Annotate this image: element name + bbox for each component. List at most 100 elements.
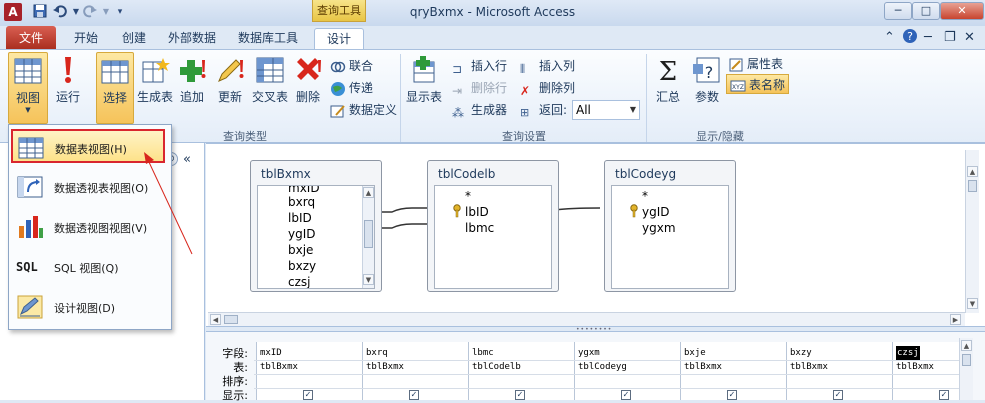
insert-columns-button[interactable]: ⫴ 插入列	[520, 56, 575, 76]
select-query-button[interactable]: 选择	[96, 52, 134, 124]
field-item[interactable]: czsj	[288, 274, 310, 288]
append-button[interactable]: 追加	[176, 52, 208, 124]
show-checkbox[interactable]: ✓	[727, 390, 737, 400]
scroll-thumb[interactable]	[968, 180, 977, 192]
grid-field-cell[interactable]: lbmc	[472, 346, 494, 360]
diagram-vertical-scrollbar[interactable]: ▲ ▼	[965, 150, 979, 313]
undo-icon[interactable]	[52, 4, 68, 20]
field-item[interactable]: *	[642, 188, 648, 204]
grid-column[interactable]: bxje tblBxmx ✓	[680, 342, 786, 400]
grid-column[interactable]: mxID tblBxmx ✓	[256, 342, 362, 400]
scroll-thumb[interactable]	[224, 315, 238, 324]
tab-external-data[interactable]: 外部数据	[162, 28, 222, 50]
field-item[interactable]: ygID	[288, 226, 316, 242]
grid-table-cell[interactable]: tblBxmx	[896, 360, 934, 374]
grid-field-cell[interactable]: mxID	[260, 346, 282, 360]
show-checkbox[interactable]: ✓	[515, 390, 525, 400]
scroll-left-icon[interactable]: ◀	[210, 314, 221, 325]
delete-rows-button[interactable]: ⇥ 删除行	[452, 78, 507, 98]
scroll-down-icon[interactable]: ▼	[363, 274, 374, 285]
grid-table-cell[interactable]: tblCodeyg	[578, 360, 627, 374]
show-checkbox[interactable]: ✓	[409, 390, 419, 400]
run-button[interactable]: 运行	[52, 52, 84, 124]
union-button[interactable]: 联合	[330, 56, 373, 76]
show-checkbox[interactable]: ✓	[621, 390, 631, 400]
delete-query-button[interactable]: 删除	[292, 52, 324, 124]
parameters-button[interactable]: ? 参数	[690, 52, 724, 124]
grid-column[interactable]: lbmc tblCodelb ✓	[468, 342, 574, 400]
grid-field-cell-selected[interactable]: czsj	[896, 346, 920, 360]
table-box-tblcodeyg[interactable]: tblCodeyg * ygID ygxm	[604, 160, 736, 292]
scroll-up-icon[interactable]: ▲	[363, 187, 374, 198]
tab-create[interactable]: 创建	[114, 28, 154, 50]
tab-design[interactable]: 设计	[314, 28, 364, 50]
doc-close-icon[interactable]: ✕	[964, 30, 975, 45]
show-checkbox[interactable]: ✓	[303, 390, 313, 400]
delete-columns-button[interactable]: ✗ 删除列	[520, 78, 575, 98]
scroll-up-icon[interactable]: ▲	[967, 166, 978, 177]
table-box-tblbxmx[interactable]: tblBxmx mxID bxrq lbID ygID bxje bxzy cz…	[250, 160, 382, 292]
field-item[interactable]: lbmc	[465, 220, 494, 236]
field-item[interactable]: bxzy	[288, 258, 316, 274]
update-button[interactable]: 更新	[212, 52, 248, 124]
passthrough-button[interactable]: 传递	[330, 78, 373, 98]
builder-button[interactable]: ⁂ 生成器	[452, 100, 507, 120]
tab-file[interactable]: 文件	[6, 26, 56, 50]
access-app-icon[interactable]: A	[4, 3, 22, 21]
show-checkbox[interactable]: ✓	[939, 390, 949, 400]
make-table-button[interactable]: 生成表	[136, 52, 174, 124]
table-box-tblcodelb[interactable]: tblCodelb * lbID lbmc	[427, 160, 559, 292]
field-item[interactable]: bxrq	[288, 194, 315, 210]
property-sheet-button[interactable]: 属性表	[728, 54, 783, 74]
doc-restore-icon[interactable]: ❐	[944, 30, 956, 45]
grid-column[interactable]: bxrq tblBxmx ✓	[362, 342, 468, 400]
doc-minimize-icon[interactable]: ─	[924, 30, 932, 45]
grid-field-cell[interactable]: bxzy	[790, 346, 812, 360]
menu-item-design-view[interactable]: 设计视图(D)	[12, 290, 166, 324]
field-item[interactable]: ygID	[642, 204, 670, 220]
help-icon[interactable]: ?	[902, 28, 918, 48]
scroll-up-icon[interactable]: ▲	[961, 340, 972, 351]
grid-column[interactable]: bxzy tblBxmx ✓	[786, 342, 892, 400]
view-button[interactable]: 视图 ▼	[8, 52, 48, 124]
grid-table-cell[interactable]: tblBxmx	[684, 360, 722, 374]
grid-table-cell[interactable]: tblBxmx	[790, 360, 828, 374]
scroll-right-icon[interactable]: ▶	[950, 314, 961, 325]
return-select[interactable]: All ▼	[572, 100, 640, 120]
save-icon[interactable]	[32, 4, 48, 20]
tab-database-tools[interactable]: 数据库工具	[232, 28, 304, 50]
field-item[interactable]: lbID	[288, 210, 312, 226]
table-field-scrollbar[interactable]: ▲ ▼	[362, 186, 374, 288]
insert-rows-button[interactable]: ⊐ 插入行	[452, 56, 507, 76]
show-table-button[interactable]: 显示表	[404, 52, 444, 124]
data-definition-button[interactable]: 数据定义	[330, 100, 397, 120]
show-checkbox[interactable]: ✓	[833, 390, 843, 400]
field-item[interactable]: bxje	[288, 242, 313, 258]
field-item[interactable]: ygxm	[642, 220, 676, 236]
grid-field-cell[interactable]: ygxm	[578, 346, 600, 360]
scroll-down-icon[interactable]: ▼	[967, 298, 978, 309]
grid-field-cell[interactable]: bxrq	[366, 346, 388, 360]
tab-home[interactable]: 开始	[66, 28, 106, 50]
crosstab-button[interactable]: 交叉表	[250, 52, 290, 124]
grid-vertical-scrollbar[interactable]: ▲	[959, 338, 973, 400]
diagram-horizontal-scrollbar[interactable]: ◀ ▶	[208, 312, 965, 326]
customize-qat-icon[interactable]: ▾	[112, 4, 128, 20]
grid-table-cell[interactable]: tblBxmx	[366, 360, 404, 374]
scroll-thumb[interactable]	[962, 354, 971, 366]
table-names-button[interactable]: XYZ 表名称	[726, 74, 790, 94]
field-item[interactable]: lbID	[465, 204, 489, 220]
field-item[interactable]: *	[465, 188, 471, 204]
totals-button[interactable]: Σ 汇总	[650, 52, 686, 124]
close-button[interactable]: ✕	[940, 2, 984, 20]
grid-field-cell[interactable]: bxje	[684, 346, 706, 360]
minimize-ribbon-icon[interactable]: ⌃	[884, 30, 895, 45]
redo-icon[interactable]	[82, 4, 98, 20]
scroll-thumb[interactable]	[364, 220, 373, 248]
grid-table-cell[interactable]: tblCodelb	[472, 360, 521, 374]
grid-column[interactable]: ygxm tblCodeyg ✓	[574, 342, 680, 400]
maximize-button[interactable]: □	[912, 2, 940, 20]
grid-table-cell[interactable]: tblBxmx	[260, 360, 298, 374]
minimize-button[interactable]: ─	[884, 2, 912, 20]
grid-column[interactable]: czsj tblBxmx ✓	[892, 342, 959, 400]
